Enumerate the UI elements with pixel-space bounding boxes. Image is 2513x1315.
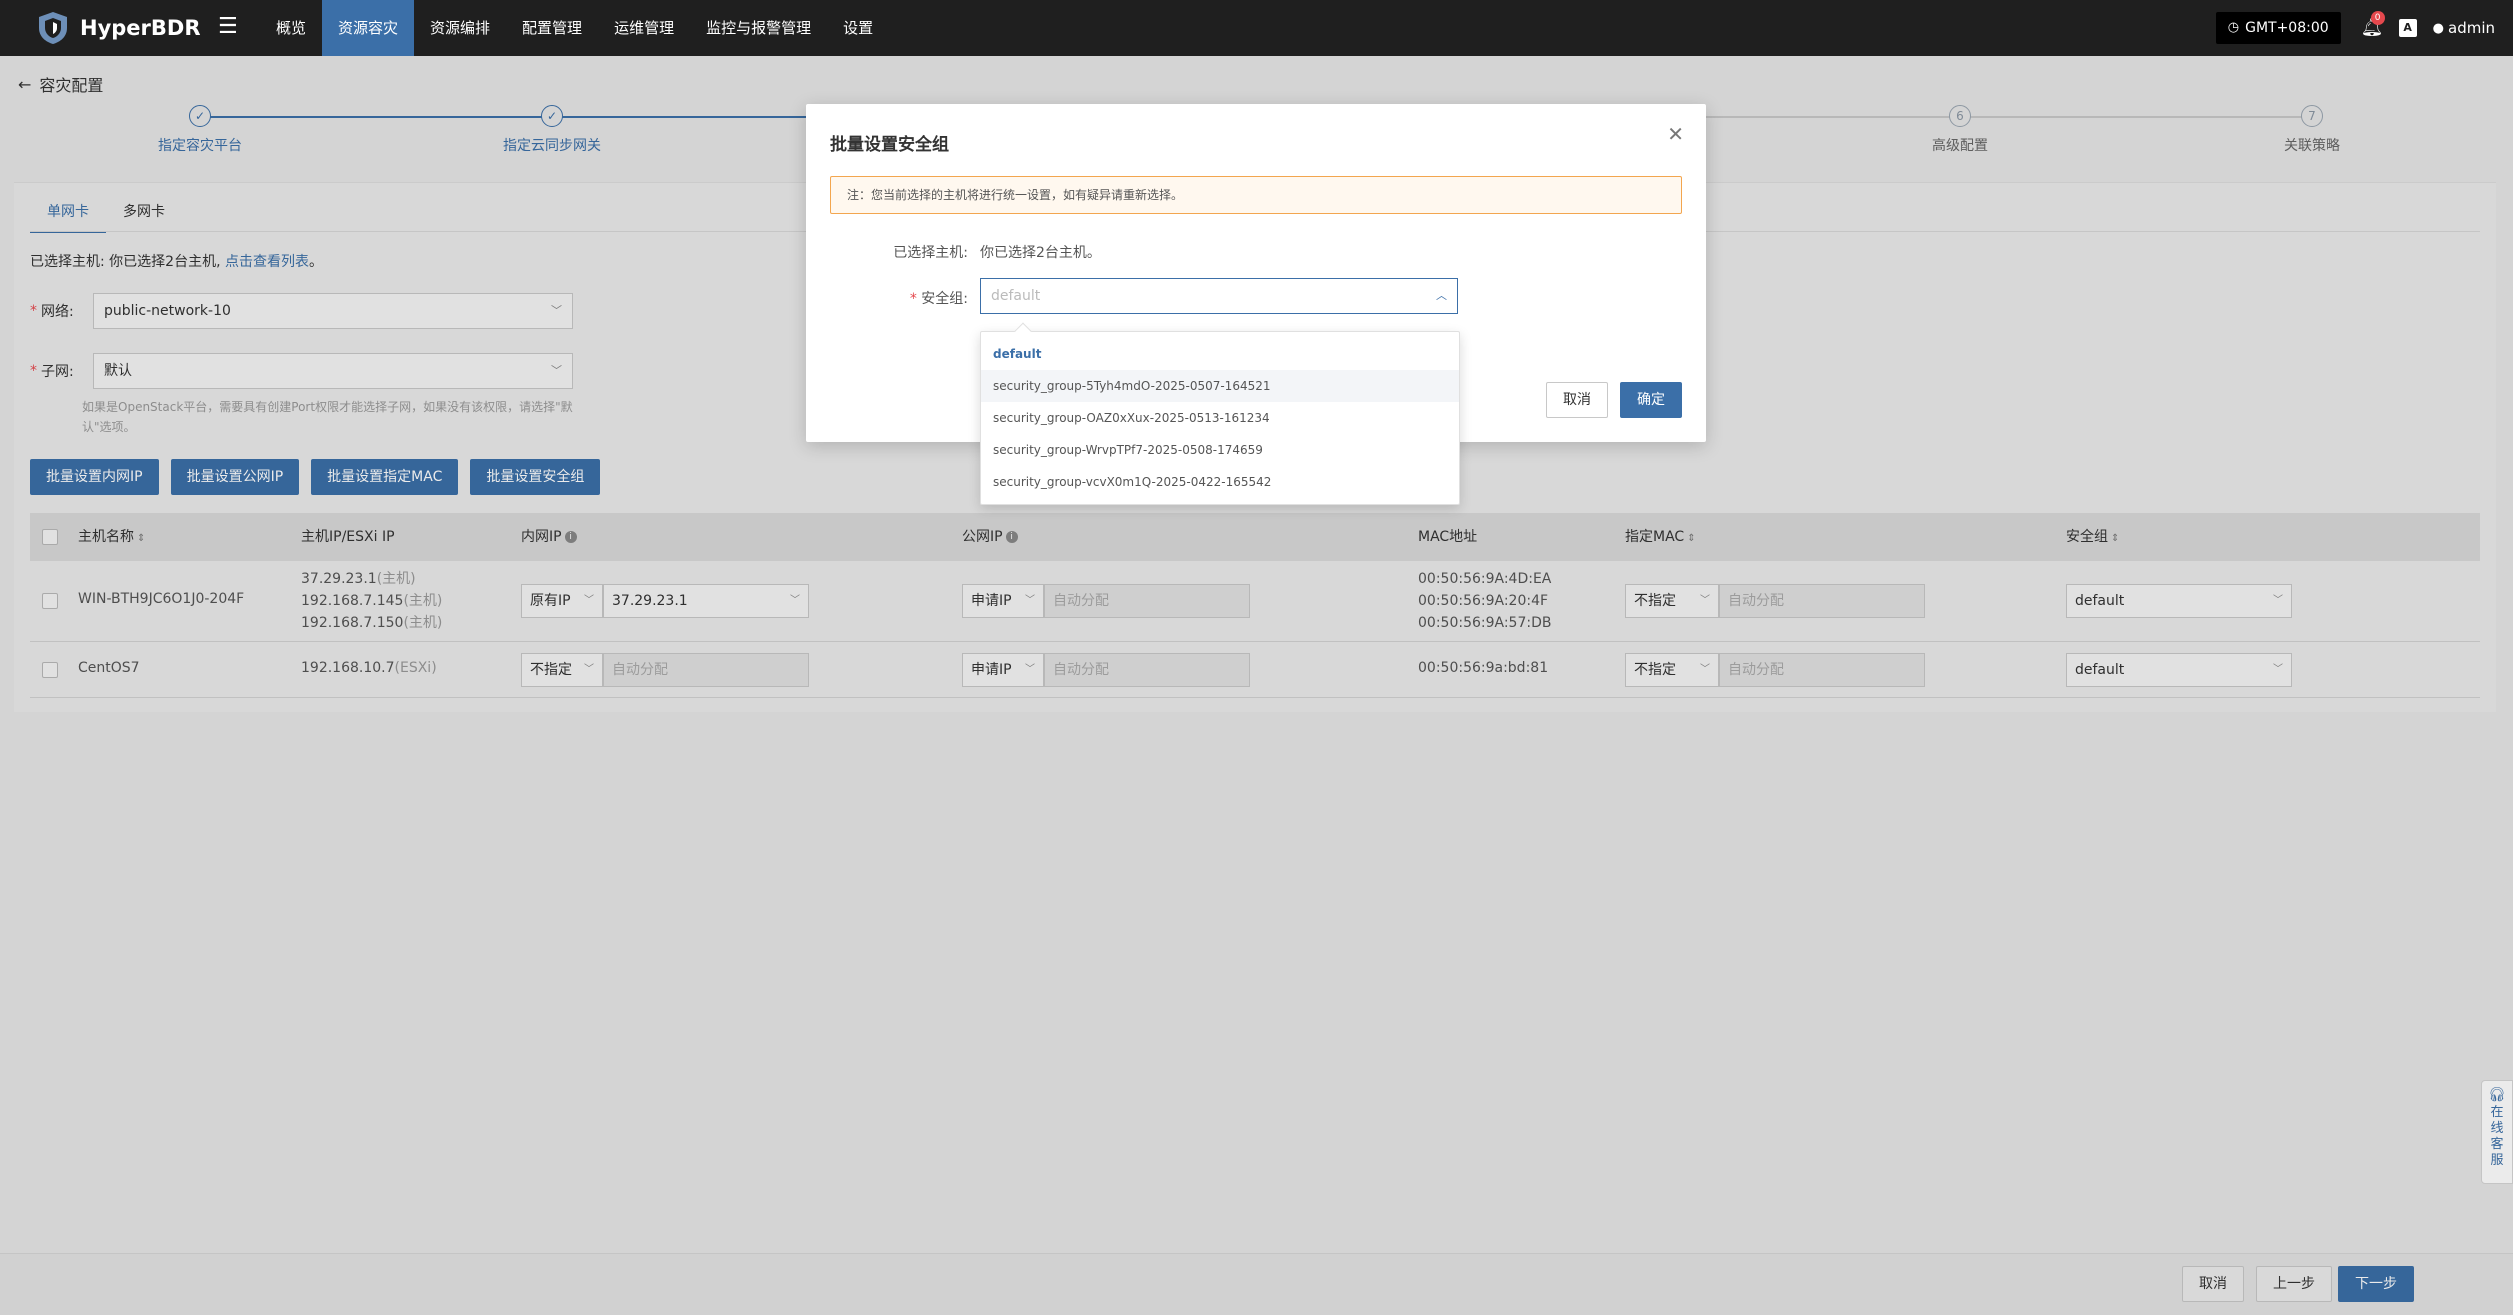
sg-select-input[interactable]: default ︿ xyxy=(980,278,1458,314)
sg-option[interactable]: security_group-vcvX0m1Q-2025-0422-165542 xyxy=(981,466,1459,498)
chevron-up-icon: ︿ xyxy=(1436,289,1447,302)
user-menu[interactable]: ● admin xyxy=(2433,19,2495,37)
modal-confirm-button[interactable]: 确定 xyxy=(1620,382,1682,418)
nav-dr[interactable]: 资源容灾 xyxy=(322,0,415,56)
sg-placeholder: default xyxy=(991,288,1041,304)
app-logo[interactable]: HyperBDR xyxy=(36,10,201,46)
timezone-display[interactable]: ◷ GMT+08:00 xyxy=(2215,12,2341,44)
nav-settings[interactable]: 设置 xyxy=(827,0,889,56)
nav-ops[interactable]: 运维管理 xyxy=(598,0,690,56)
modal-cancel-button[interactable]: 取消 xyxy=(1546,382,1608,418)
nav-monitoring[interactable]: 监控与报警管理 xyxy=(690,0,827,56)
bell-icon[interactable]: 🔔︎ 0 xyxy=(2361,11,2385,39)
sg-option[interactable]: security_group-OAZ0xXux-2025-0513-161234 xyxy=(981,402,1459,434)
modal-title: 批量设置安全组 xyxy=(830,135,949,155)
user-name: admin xyxy=(2448,19,2495,37)
main-nav: 概览 资源容灾 资源编排 配置管理 运维管理 监控与报警管理 设置 xyxy=(260,0,889,56)
hamburger-icon[interactable]: ☰ xyxy=(218,14,238,40)
timezone-label: GMT+08:00 xyxy=(2245,20,2329,36)
top-nav-bar: HyperBDR ☰ 概览 资源容灾 资源编排 配置管理 运维管理 监控与报警管… xyxy=(0,0,2513,56)
shield-logo-icon xyxy=(39,12,67,44)
sg-option[interactable]: default xyxy=(981,338,1459,370)
translate-icon[interactable]: A xyxy=(2398,19,2417,37)
app-name: HyperBDR xyxy=(80,16,201,40)
nav-overview[interactable]: 概览 xyxy=(260,0,322,56)
selected-hosts-label: 已选择主机: xyxy=(893,245,968,261)
clock-icon: ◷ xyxy=(2227,20,2240,35)
sg-label-text: 安全组: xyxy=(921,291,968,307)
user-icon: ● xyxy=(2432,20,2444,36)
nav-orchestration[interactable]: 资源编排 xyxy=(414,0,506,56)
required-mark: * xyxy=(909,291,922,307)
selected-hosts-value: 你已选择2台主机。 xyxy=(980,245,1101,261)
sg-dropdown: default security_group-5Tyh4mdO-2025-050… xyxy=(980,322,1460,505)
close-icon[interactable]: ✕ xyxy=(1667,124,1684,144)
notification-badge: 0 xyxy=(2370,11,2385,25)
sg-option[interactable]: security_group-5Tyh4mdO-2025-0507-164521 xyxy=(981,370,1459,402)
nav-config[interactable]: 配置管理 xyxy=(506,0,598,56)
sg-label: * 安全组: xyxy=(806,288,968,308)
modal-alert: 注：您当前选择的主机将进行统一设置，如有疑异请重新选择。 xyxy=(830,176,1682,214)
sg-option[interactable]: security_group-WrvpTPf7-2025-0508-174659 xyxy=(981,434,1459,466)
